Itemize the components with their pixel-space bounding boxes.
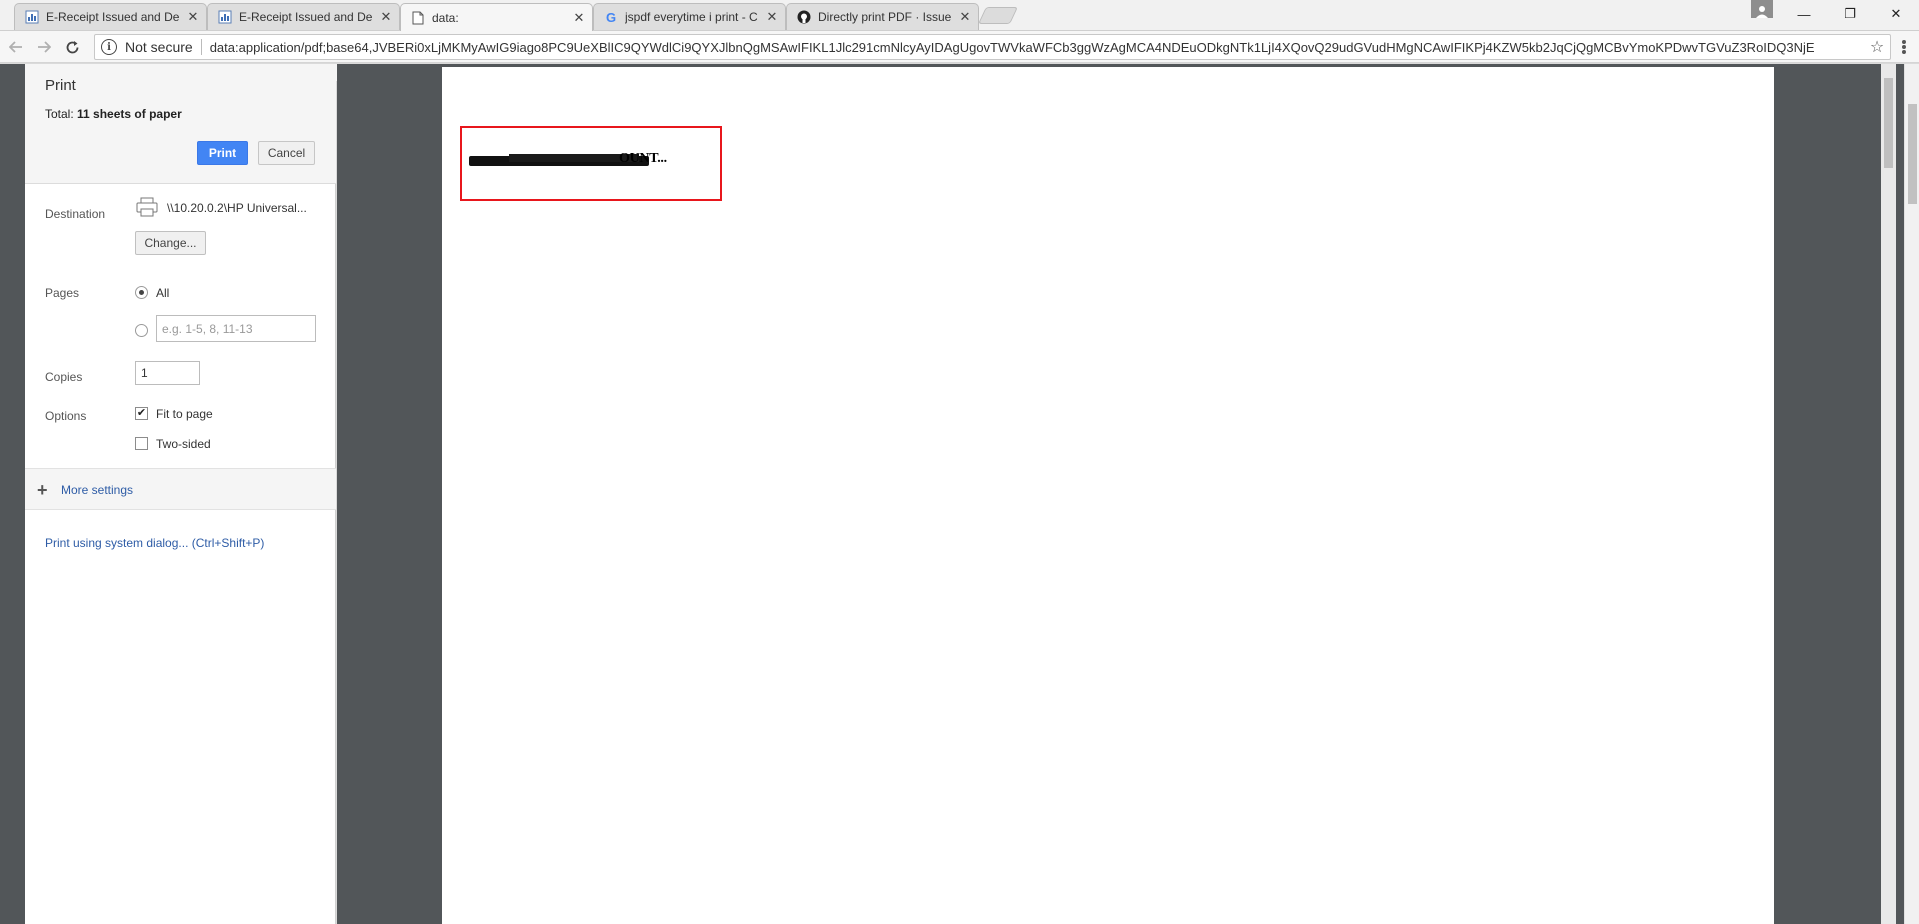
pages-custom-radio[interactable] (135, 324, 148, 337)
reload-icon[interactable] (62, 37, 82, 57)
plus-icon: + (37, 480, 48, 500)
garbled-text: OUNT... (469, 151, 717, 170)
tab-title: Directly print PDF · Issue (818, 10, 952, 24)
address-bar[interactable]: i Not secure data:application/pdf;base64… (94, 34, 1891, 60)
tab-close-icon[interactable]: ✕ (186, 9, 200, 25)
left-edge (0, 64, 25, 924)
print-preview-area: OUNT... (337, 64, 1904, 924)
pages-range-input[interactable]: e.g. 1-5, 8, 11-13 (156, 315, 316, 342)
tab-close-icon[interactable]: ✕ (379, 9, 393, 25)
url-text[interactable]: data:application/pdf;base64,JVBERi0xLjMK… (210, 40, 1864, 55)
print-settings-panel: Print Total: 11 sheets of paper Print Ca… (25, 64, 336, 924)
tab-title: E-Receipt Issued and De (46, 10, 180, 24)
page-icon (411, 11, 425, 25)
pages-all-label[interactable]: All (156, 286, 169, 300)
total-value: 11 sheets of paper (77, 107, 182, 121)
bookmark-star-icon[interactable]: ☆ (1864, 37, 1890, 57)
security-label[interactable]: Not secure (125, 39, 193, 55)
page-scrollbar[interactable] (1904, 64, 1919, 924)
tab-github-issue[interactable]: Directly print PDF · Issue ✕ (786, 3, 979, 30)
tab-close-icon[interactable]: ✕ (958, 9, 972, 25)
page-scroll-thumb[interactable] (1908, 104, 1917, 204)
preview-scrollbar[interactable] (1881, 64, 1896, 924)
two-sided-checkbox[interactable] (135, 437, 148, 450)
garbled-text-tail: OUNT... (619, 151, 667, 166)
printer-icon (136, 197, 158, 217)
fit-to-page-checkbox[interactable]: ✔ (135, 407, 148, 420)
options-label: Options (45, 409, 87, 423)
close-window-button[interactable]: ✕ (1873, 0, 1919, 28)
minimize-button[interactable]: — (1781, 0, 1827, 28)
profile-avatar-icon[interactable] (1751, 0, 1773, 18)
pages-label: Pages (45, 286, 80, 300)
tab-title: data: (432, 10, 459, 25)
menu-dots-icon[interactable] (1895, 37, 1913, 57)
copies-input[interactable]: 1 (135, 361, 200, 385)
preview-page: OUNT... (442, 67, 1774, 924)
more-settings-row[interactable]: + More settings (25, 468, 336, 510)
print-title: Print (45, 77, 76, 94)
pages-all-radio[interactable] (135, 286, 148, 299)
github-icon (797, 10, 811, 24)
tab-close-icon[interactable]: ✕ (765, 9, 779, 25)
omnibox-divider (200, 39, 202, 55)
destination-label: Destination (45, 207, 106, 221)
forward-arrow-icon[interactable] (34, 37, 54, 57)
tab-strip: E-Receipt Issued and De ✕ E-Receipt Issu… (0, 0, 1919, 31)
total-label: Total: (45, 107, 74, 121)
tab-ereceipt-2[interactable]: E-Receipt Issued and De ✕ (207, 3, 400, 30)
more-settings-link[interactable]: More settings (61, 483, 133, 497)
new-tab-button[interactable] (978, 7, 1018, 24)
highlight-box: OUNT... (460, 126, 722, 201)
tab-title: jspdf everytime i print - C (625, 10, 758, 24)
doc-chart-icon (218, 10, 232, 24)
tab-title: E-Receipt Issued and De (239, 10, 373, 24)
maximize-button[interactable]: ❐ (1827, 0, 1873, 28)
doc-chart-icon (25, 10, 39, 24)
info-icon[interactable]: i (101, 39, 117, 55)
browser-toolbar: i Not secure data:application/pdf;base64… (0, 31, 1919, 63)
print-button[interactable]: Print (197, 141, 248, 165)
destination-value: \\10.20.0.2\HP Universal... (167, 201, 307, 215)
cancel-button[interactable]: Cancel (258, 141, 315, 165)
tab-jspdf-search[interactable]: G jspdf everytime i print - C ✕ (593, 3, 786, 30)
google-icon: G (605, 9, 617, 25)
change-destination-button[interactable]: Change... (135, 231, 206, 255)
print-total: Total: 11 sheets of paper (45, 107, 182, 121)
system-dialog-link[interactable]: Print using system dialog... (Ctrl+Shift… (45, 536, 264, 550)
tab-ereceipt-1[interactable]: E-Receipt Issued and De ✕ (14, 3, 207, 30)
fit-to-page-label[interactable]: Fit to page (156, 407, 213, 421)
tab-data-active[interactable]: data: ✕ (400, 3, 593, 31)
copies-label: Copies (45, 370, 83, 384)
preview-scroll-thumb[interactable] (1884, 78, 1893, 168)
back-arrow-icon[interactable] (6, 37, 26, 57)
two-sided-label[interactable]: Two-sided (156, 437, 211, 451)
tab-close-icon[interactable]: ✕ (572, 10, 586, 26)
print-header: Print Total: 11 sheets of paper Print Ca… (25, 64, 336, 184)
